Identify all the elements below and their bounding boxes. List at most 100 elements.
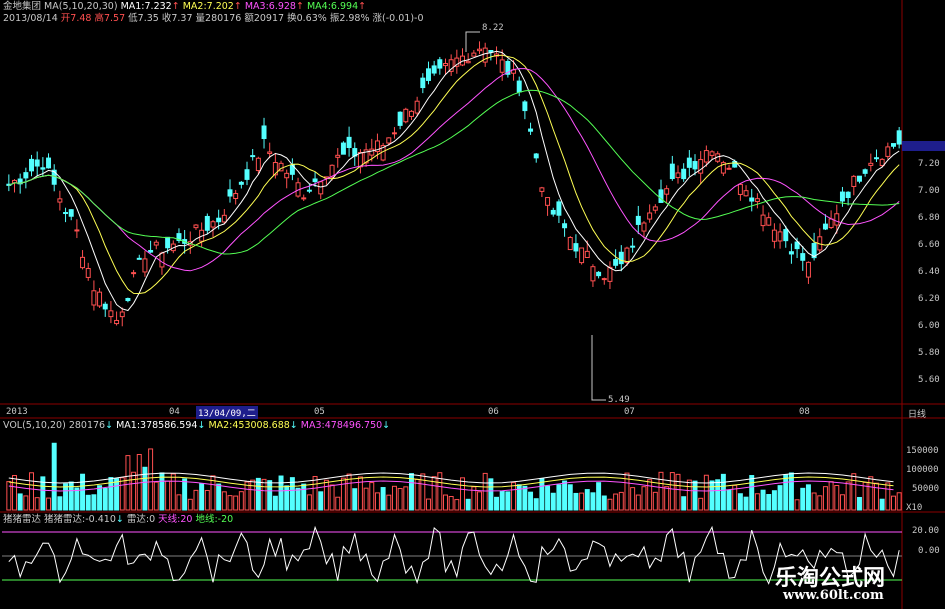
volume-bar <box>295 487 301 511</box>
volume-bar <box>454 499 460 511</box>
time-label-08: 08 <box>799 407 810 417</box>
candle-body <box>703 150 709 163</box>
price-tick: 6.40 <box>918 267 940 277</box>
volume-bar <box>641 486 647 511</box>
candle-body <box>624 247 630 264</box>
volume-bar <box>601 495 607 511</box>
volume-bar <box>255 477 261 511</box>
volume-bar <box>238 491 244 511</box>
volume-bar <box>488 478 494 511</box>
volume-bar <box>159 472 165 511</box>
amplitude-value: 振2.98% <box>329 13 370 24</box>
indicator-panel-header: 猪猪雷达 猪猪雷达:-0.410↓ 雷达:0 天线:20 地线:-20 <box>3 514 233 525</box>
volume-bar <box>46 497 52 511</box>
volume-bar <box>760 489 766 511</box>
volume-bar <box>856 496 862 511</box>
indicator-tick-0: 0.00 <box>918 546 940 556</box>
candle-body <box>788 251 794 255</box>
candle-body <box>681 168 687 180</box>
candle-body <box>425 68 431 81</box>
volume-bar <box>63 483 69 511</box>
volume-bar <box>834 485 840 511</box>
candle-body <box>85 268 91 278</box>
candle-body <box>153 241 159 246</box>
volume-bar <box>284 485 290 511</box>
candle-body <box>828 218 834 229</box>
candle-body <box>165 236 171 249</box>
volume-bar <box>306 494 312 511</box>
candle-body <box>369 148 375 156</box>
candle-body <box>528 128 534 132</box>
price-tick: 6.80 <box>918 213 940 223</box>
candle-body <box>664 188 670 195</box>
candle-body <box>465 60 471 64</box>
volume-bar <box>352 488 358 511</box>
volume-bar <box>465 498 471 511</box>
volume-bar <box>771 490 777 511</box>
candle-body <box>590 266 596 282</box>
volume-bar <box>562 480 568 511</box>
candle-body <box>437 59 443 69</box>
candle-body <box>74 229 80 232</box>
candle-body <box>261 125 267 140</box>
candle-body <box>800 253 806 261</box>
current-price-marker <box>902 141 945 151</box>
candle-body <box>596 271 602 277</box>
volume-bar <box>51 442 57 511</box>
volume-bar <box>811 492 817 511</box>
volume-bar <box>794 499 800 511</box>
volume-bar <box>505 491 511 511</box>
candle-body <box>471 52 477 57</box>
radar-value: 雷达:0 <box>126 514 156 525</box>
period-label[interactable]: 日线 <box>908 407 926 420</box>
up-arrow-icon: ↑ <box>358 1 367 12</box>
volume-bar <box>681 496 687 511</box>
candle-body <box>856 175 862 182</box>
volume-tick-150000: 150000 <box>906 446 939 456</box>
candle-body <box>584 250 590 258</box>
candle-body <box>556 201 562 216</box>
time-label-2013: 2013 <box>6 407 28 417</box>
volume-bar <box>363 487 369 511</box>
volume-bar <box>386 494 392 511</box>
volume-tick-50000: 50000 <box>912 484 940 494</box>
candle-body <box>545 197 551 206</box>
volume-bar <box>119 477 125 511</box>
change-value: 涨(-0.01)-0 <box>372 13 424 24</box>
header-row-1: 金地集团 MA(5,10,20,30) MA1:7.232↑ MA2:7.202… <box>3 1 366 12</box>
candle-body <box>891 143 896 147</box>
volume-ma1: MA1:378586.594 <box>116 420 198 431</box>
candle-body <box>613 259 619 266</box>
ma20-line <box>8 68 900 272</box>
candle-body <box>136 257 142 260</box>
candle-body <box>420 77 426 89</box>
candle-body <box>267 151 273 154</box>
volume-bar <box>329 484 335 511</box>
candle-body <box>204 215 210 231</box>
volume-bar <box>233 495 239 511</box>
candle-body <box>159 252 165 268</box>
volume-bar <box>635 494 641 511</box>
candle-body <box>567 237 573 251</box>
volume-bar <box>567 484 573 511</box>
time-label-06: 06 <box>488 407 499 417</box>
volume-bar <box>227 495 233 511</box>
cursor-date-box: 13/04/09,二 <box>196 406 258 419</box>
candle-body <box>573 243 579 252</box>
volume-bar <box>590 492 596 511</box>
candle-body <box>244 169 250 180</box>
candle-body <box>227 189 233 197</box>
volume-bar <box>380 487 386 511</box>
candle-body <box>579 247 585 264</box>
candle-body <box>114 319 120 325</box>
candle-body <box>743 190 749 197</box>
candle-body <box>238 181 244 185</box>
candle-body <box>771 229 777 242</box>
volume-bar <box>596 482 602 511</box>
volume-bar <box>885 482 891 511</box>
volume-bar <box>125 455 131 511</box>
candle-body <box>539 187 545 192</box>
indicator-value: 猪猪雷达:-0.410 <box>44 514 116 525</box>
volume-bar <box>187 498 193 511</box>
candle-body <box>658 189 664 203</box>
